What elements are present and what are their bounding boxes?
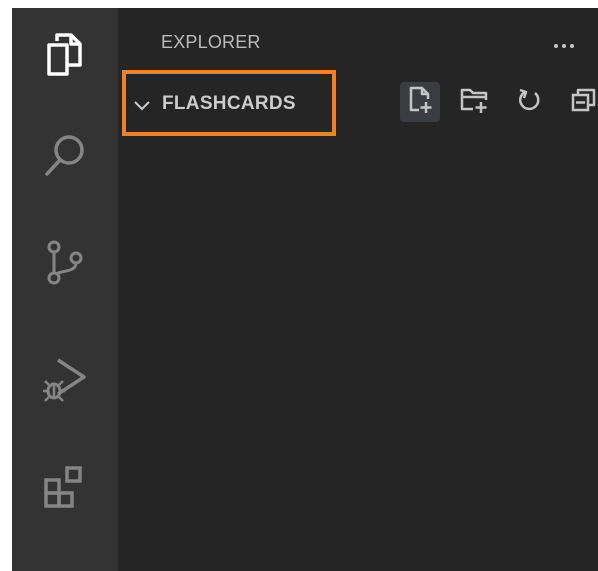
new-file-button[interactable] (400, 82, 440, 122)
more-actions-button[interactable] (544, 28, 584, 56)
run-debug-icon (40, 354, 90, 404)
vscode-window: EXPLORER FLASHCARDS (12, 8, 598, 571)
explorer-sidebar: EXPLORER FLASHCARDS (118, 8, 598, 571)
activity-explorer[interactable] (12, 10, 118, 100)
search-icon (41, 131, 89, 179)
activity-source-control[interactable] (12, 218, 118, 308)
collapse-all-icon (570, 86, 598, 118)
activity-extensions[interactable] (12, 442, 118, 532)
new-file-icon (407, 85, 433, 119)
sidebar-title: EXPLORER (161, 32, 261, 52)
refresh-icon (517, 86, 543, 118)
chevron-down-icon[interactable] (130, 93, 154, 121)
new-folder-button[interactable] (454, 82, 494, 122)
collapse-all-button[interactable] (564, 82, 598, 122)
folder-section-header[interactable]: FLASHCARDS (118, 70, 598, 142)
refresh-button[interactable] (510, 82, 550, 122)
activity-run-debug[interactable] (12, 334, 118, 424)
files-icon (43, 30, 87, 80)
ellipsis-icon (552, 33, 576, 52)
activity-bar (12, 8, 118, 571)
activity-search[interactable] (12, 110, 118, 200)
extensions-icon (41, 463, 89, 511)
folder-name: FLASHCARDS (162, 93, 296, 114)
source-control-icon (43, 238, 87, 288)
new-folder-icon (459, 85, 489, 119)
